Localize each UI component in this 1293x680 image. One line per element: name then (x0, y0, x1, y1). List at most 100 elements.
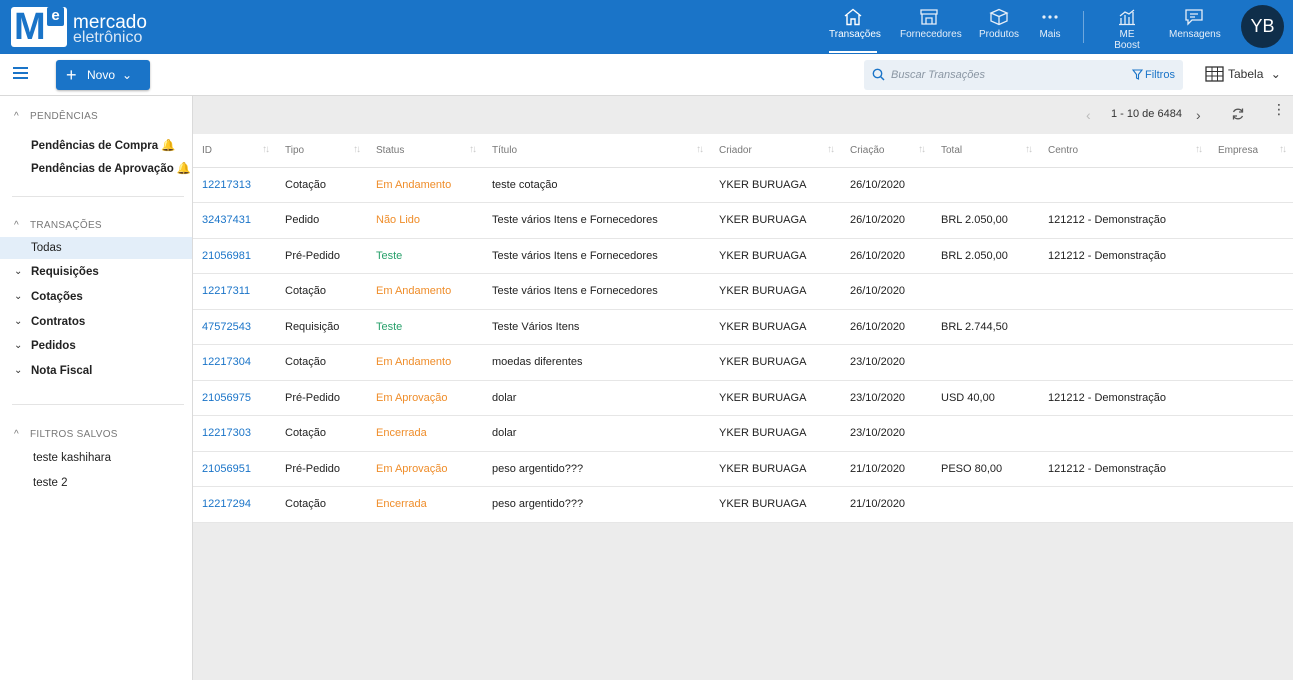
nav-fornecedores[interactable]: Fornecedores (900, 8, 962, 48)
sort-icon[interactable]: ↑↓ (1279, 144, 1287, 155)
sort-icon[interactable]: ↑↓ (827, 144, 835, 155)
new-button[interactable]: + Novo ⌄ (56, 60, 150, 90)
section-filtros-salvos[interactable]: ^ FILTROS SALVOS (14, 429, 118, 440)
bell-icon: 🔔 (176, 163, 192, 175)
cell-id[interactable]: 21056951 (193, 451, 276, 487)
sort-icon[interactable]: ↑↓ (918, 144, 926, 155)
sort-icon[interactable]: ↑↓ (469, 144, 477, 155)
cell-total (932, 167, 1039, 203)
box-icon (989, 8, 1009, 26)
sort-icon[interactable]: ↑↓ (262, 144, 270, 155)
table-row[interactable]: 12217294 Cotação Encerrada peso argentido??… (193, 486, 1293, 523)
saved-filter-item[interactable]: teste kashihara (33, 452, 111, 464)
nav-mais[interactable]: Mais (1038, 8, 1062, 48)
filters-button[interactable]: Filtros (1131, 60, 1175, 90)
more-vertical-icon[interactable]: ⋮ (1272, 102, 1286, 116)
cell-status: Encerrada (367, 415, 483, 452)
chevron-left-icon[interactable]: ‹ (1086, 107, 1091, 123)
sidebar-item-pendencias-compra[interactable]: Pendências de Compra 🔔 (31, 138, 176, 152)
saved-filter-item[interactable]: teste 2 (33, 477, 68, 489)
chevron-down-icon: ⌄ (1270, 67, 1281, 81)
column-header-label: Criador (719, 144, 752, 156)
nav-mensagens[interactable]: Mensagens (1169, 8, 1221, 48)
table-row[interactable]: 32437431 Pedido Não Lido Teste vários Itens… (193, 202, 1293, 239)
sidebar-item-todas[interactable] (0, 237, 192, 259)
menu-icon[interactable] (13, 67, 28, 81)
table-header: ID ↑↓ Tipo ↑↓ Status ↑↓ Título ↑↓ Criador ↑↓ Criaç… (193, 134, 1293, 168)
table-row[interactable]: 21056951 Pré-Pedido Em Aprovação peso argen… (193, 451, 1293, 487)
cell-id[interactable]: 12217311 (193, 273, 276, 310)
column-header-label: ID (202, 144, 212, 156)
filter-icon (1131, 69, 1144, 80)
section-pendencias[interactable]: ^ PENDÊNCIAS (14, 111, 98, 122)
sort-icon[interactable]: ↑↓ (1025, 144, 1033, 155)
cell-criador: YKER BURUAGA (710, 273, 841, 310)
cell-id[interactable]: 47572543 (193, 309, 276, 345)
cell-tipo: Pré-Pedido (276, 380, 367, 416)
chevron-up-icon: ^ (14, 111, 19, 122)
sidebar-item-nota-fiscal[interactable]: Nota Fiscal (31, 365, 92, 377)
section-transacoes[interactable]: ^ TRANSAÇÕES (14, 220, 102, 231)
sidebar-item-label: Pendências de Compra (31, 140, 159, 152)
table-row[interactable]: 12217313 Cotação Em Andamento teste cotação… (193, 167, 1293, 203)
nav-label: Mais (1039, 29, 1061, 40)
column-header-id[interactable]: ID ↑↓ (193, 134, 276, 168)
cell-empresa (1209, 309, 1293, 345)
table-row[interactable]: 12217303 Cotação Encerrada dolar YKER BURUAG… (193, 415, 1293, 452)
cell-id[interactable]: 32437431 (193, 202, 276, 239)
sidebar-item-requisicoes[interactable]: Requisições (31, 266, 99, 278)
column-header-criacao[interactable]: Criação ↑↓ (841, 134, 932, 168)
chevron-up-icon: ^ (14, 429, 19, 440)
nav-transacoes[interactable]: Transações (829, 8, 881, 53)
column-header-criador[interactable]: Criador ↑↓ (710, 134, 841, 168)
cell-criacao: 26/10/2020 (841, 202, 932, 239)
user-avatar[interactable]: YB (1241, 5, 1284, 48)
bell-icon: 🔔 (161, 140, 176, 152)
sidebar-item-pendencias-aprovacao[interactable]: Pendências de Aprovação 🔔 (31, 161, 191, 175)
section-title: PENDÊNCIAS (30, 111, 99, 122)
sidebar-item-pedidos[interactable]: Pedidos (31, 340, 76, 352)
sidebar: ^ PENDÊNCIAS Pendências de Compra 🔔 Pendên… (0, 96, 193, 680)
column-header-tipo[interactable]: Tipo ↑↓ (276, 134, 367, 168)
column-header-label: Centro (1048, 144, 1079, 156)
cell-tipo: Cotação (276, 167, 367, 203)
cell-id[interactable]: 12217304 (193, 344, 276, 381)
cell-id[interactable]: 21056975 (193, 380, 276, 416)
sidebar-item-contratos[interactable]: Contratos (31, 316, 85, 328)
pagination-range: 1 - 10 de 6484 (1111, 108, 1182, 120)
search-input[interactable] (891, 66, 1121, 84)
sort-icon[interactable]: ↑↓ (1195, 144, 1203, 155)
cell-criador: YKER BURUAGA (710, 309, 841, 345)
column-header-titulo[interactable]: Título ↑↓ (483, 134, 710, 168)
nav-me-boost[interactable]: ME Boost (1106, 8, 1148, 51)
cell-id[interactable]: 12217294 (193, 486, 276, 523)
sort-icon[interactable]: ↑↓ (353, 144, 361, 155)
cell-titulo: peso argentido??? (483, 486, 710, 523)
cell-criador: YKER BURUAGA (710, 344, 841, 381)
table-row[interactable]: 21056981 Pré-Pedido Teste Teste vários Iten… (193, 238, 1293, 274)
column-header-total[interactable]: Total ↑↓ (932, 134, 1039, 168)
table-row[interactable]: 12217311 Cotação Em Andamento Teste vários … (193, 273, 1293, 310)
refresh-icon[interactable] (1231, 107, 1245, 121)
cell-id[interactable]: 12217303 (193, 415, 276, 452)
sort-icon[interactable]: ↑↓ (696, 144, 704, 155)
sidebar-item-todas-label: Todas (31, 242, 62, 254)
cell-id[interactable]: 21056981 (193, 238, 276, 274)
nav-produtos[interactable]: Produtos (979, 8, 1019, 48)
cell-total: BRL 2.050,00 (932, 202, 1039, 239)
sidebar-item-cotacoes[interactable]: Cotações (31, 291, 83, 303)
chevron-right-icon[interactable]: › (1196, 107, 1201, 123)
column-header-empresa[interactable]: Empresa ↑↓ (1209, 134, 1293, 168)
cell-titulo: Teste vários Itens e Fornecedores (483, 273, 710, 310)
column-header-centro[interactable]: Centro ↑↓ (1039, 134, 1209, 168)
column-header-status[interactable]: Status ↑↓ (367, 134, 483, 168)
cell-titulo: Teste vários Itens e Fornecedores (483, 238, 710, 274)
table-row[interactable]: 21056975 Pré-Pedido Em Aprovação dolar YKER … (193, 380, 1293, 416)
brand-logo[interactable]: M e (11, 7, 67, 47)
cell-empresa (1209, 344, 1293, 381)
view-selector[interactable]: Tabela ⌄ (1205, 66, 1281, 82)
table-row[interactable]: 47572543 Requisição Teste Teste Vários Iten… (193, 309, 1293, 345)
cell-titulo: dolar (483, 415, 710, 452)
table-row[interactable]: 12217304 Cotação Em Andamento moedas difere… (193, 344, 1293, 381)
cell-id[interactable]: 12217313 (193, 167, 276, 203)
